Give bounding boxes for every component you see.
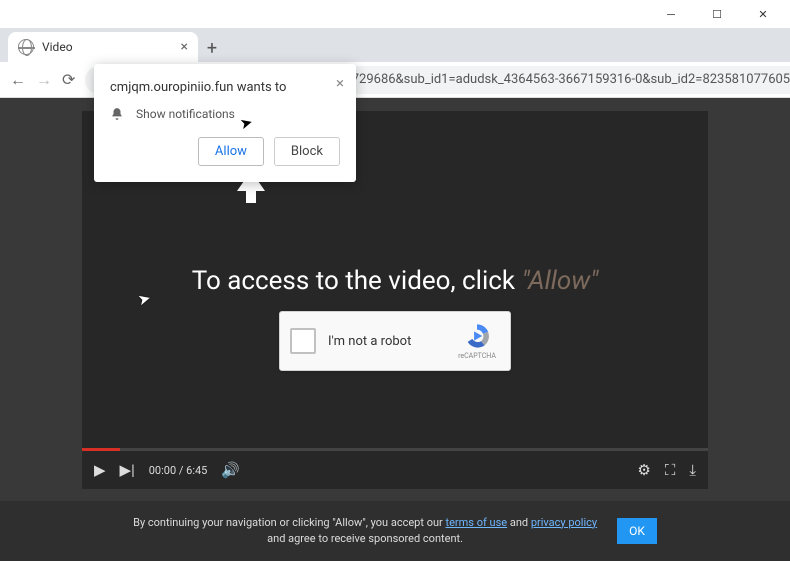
player-controls: ▶ ▶| 00:00 / 6:45 🔊 ⚙ ⛶ ⤓ bbox=[82, 451, 708, 489]
play-icon[interactable]: ▶ bbox=[94, 461, 106, 479]
consent-footer: By continuing your navigation or clickin… bbox=[0, 501, 790, 561]
back-button[interactable]: ← bbox=[10, 70, 26, 90]
download-icon[interactable]: ⤓ bbox=[689, 461, 696, 479]
settings-icon[interactable]: ⚙ bbox=[637, 461, 650, 479]
forward-button[interactable]: → bbox=[36, 70, 52, 90]
tab-title: Video bbox=[42, 40, 173, 54]
consent-text: By continuing your navigation or clickin… bbox=[133, 515, 597, 548]
maximize-button[interactable]: ☐ bbox=[694, 0, 740, 28]
allow-button[interactable]: Allow bbox=[198, 137, 264, 166]
time-display: 00:00 / 6:45 bbox=[149, 464, 208, 477]
recaptcha-checkbox[interactable] bbox=[290, 328, 316, 354]
new-tab-button[interactable]: + bbox=[198, 34, 226, 62]
close-icon[interactable]: × bbox=[336, 74, 344, 92]
globe-icon bbox=[18, 39, 34, 55]
notification-permission-dialog: × cmjqm.ouropiniio.fun wants to Show not… bbox=[94, 64, 356, 182]
recaptcha-logo: reCAPTCHA bbox=[454, 322, 500, 360]
window-titlebar: ─ ☐ ✕ bbox=[0, 0, 790, 28]
close-tab-icon[interactable]: × bbox=[181, 39, 188, 55]
headline-text: To access to the video, click "Allow" bbox=[82, 266, 708, 296]
tab-bar: Video × + bbox=[0, 28, 790, 62]
bell-icon bbox=[110, 107, 124, 121]
close-window-button[interactable]: ✕ bbox=[740, 0, 786, 28]
browser-tab[interactable]: Video × bbox=[8, 32, 198, 62]
volume-icon[interactable]: 🔊 bbox=[221, 461, 240, 479]
minimize-button[interactable]: ─ bbox=[648, 0, 694, 28]
next-icon[interactable]: ▶| bbox=[120, 461, 135, 479]
notification-origin: cmjqm.ouropiniio.fun wants to bbox=[110, 80, 340, 95]
privacy-link[interactable]: privacy policy bbox=[531, 516, 597, 529]
consent-ok-button[interactable]: OK bbox=[617, 518, 657, 544]
recaptcha-label: I'm not a robot bbox=[328, 334, 442, 349]
notification-message: Show notifications bbox=[136, 107, 235, 121]
reload-button[interactable]: ⟳ bbox=[62, 70, 75, 89]
fullscreen-icon[interactable]: ⛶ bbox=[665, 461, 676, 479]
terms-link[interactable]: terms of use bbox=[445, 516, 507, 529]
recaptcha-widget[interactable]: I'm not a robot reCAPTCHA bbox=[279, 311, 511, 371]
block-button[interactable]: Block bbox=[274, 137, 340, 166]
